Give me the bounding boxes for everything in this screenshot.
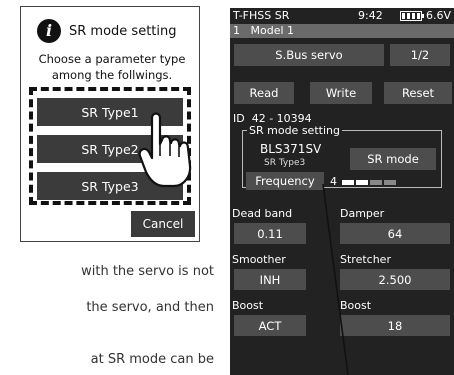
dialog-header: i SR mode setting — [37, 19, 177, 43]
dialog-prompt: Choose a parameter type among the follwi… — [38, 52, 186, 82]
info-icon: i — [37, 19, 61, 43]
dialog-title: SR mode setting — [69, 23, 177, 39]
callout-line — [322, 183, 349, 375]
hand-pointer-icon — [138, 112, 192, 188]
transmitter-screen: T-FHSS SR 9:42 6.6V 1 Model 1 S.Bus serv… — [230, 8, 454, 375]
cancel-button[interactable]: Cancel — [131, 211, 195, 237]
